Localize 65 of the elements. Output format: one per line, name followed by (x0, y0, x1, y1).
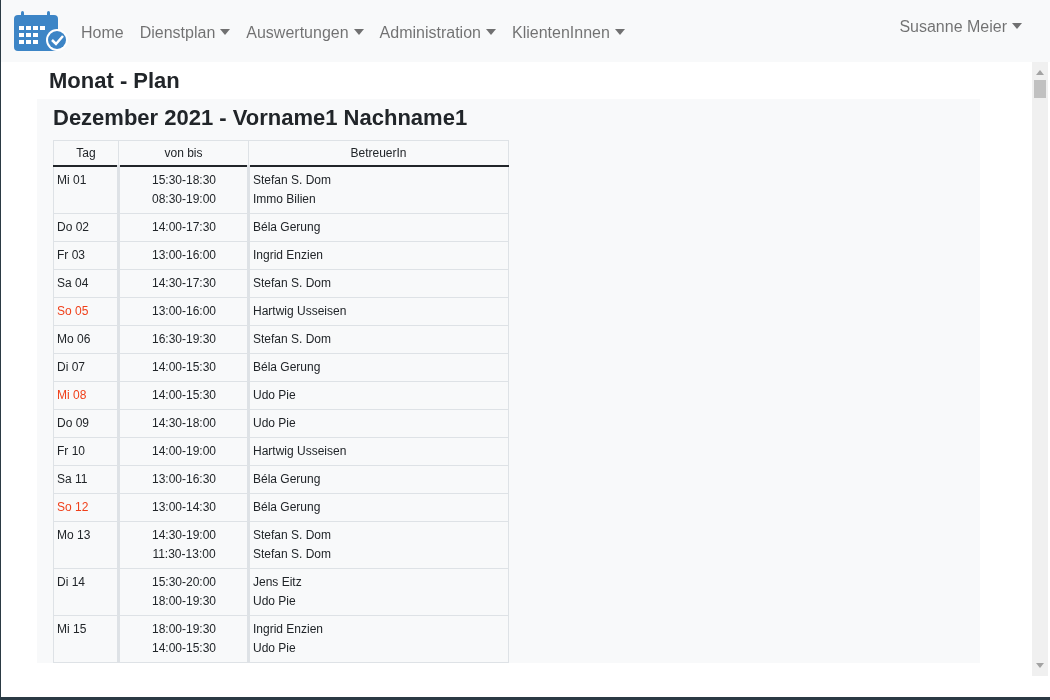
carer-name: Stefan S. Dom (253, 172, 333, 189)
shift-time: 14:30-19:00 (150, 527, 218, 544)
carer-name: Stefan S. Dom (253, 527, 333, 544)
shift-time: 15:30-20:00 (150, 574, 218, 591)
carer-name: Immo Bilien (253, 191, 317, 208)
carer-name: Udo Pie (253, 415, 297, 432)
carer-name: Udo Pie (253, 640, 297, 657)
shift-time: 14:30-17:30 (150, 275, 218, 292)
shift-time: 13:00-16:00 (150, 247, 218, 264)
day-cell: Do 02 (53, 213, 119, 242)
carer-name: Béla Gerung (253, 499, 322, 516)
day-cell: Do 09 (53, 409, 119, 438)
shift-time: 18:00-19:30 (150, 593, 218, 610)
carer-name: Hartwig Usseisen (253, 443, 348, 460)
day-cell: Fr 10 (53, 437, 119, 466)
column-header: BetreuerIn (248, 140, 509, 166)
carer-name: Béla Gerung (253, 359, 322, 376)
day-cell: Di 07 (53, 353, 119, 382)
carer-name: Stefan S. Dom (253, 275, 333, 292)
day-cell: Sa 11 (53, 465, 119, 494)
shift-time: 14:00-17:30 (150, 219, 218, 236)
nav-link[interactable]: Dienstplan (131, 21, 239, 45)
shift-time: 11:30-13:00 (151, 546, 217, 563)
carer-name: Ingrid Enzien (253, 621, 325, 638)
shift-time: 08:30-19:00 (150, 191, 218, 208)
page-title: Monat - Plan (49, 67, 181, 95)
carer-name: Béla Gerung (253, 471, 322, 488)
nav-link[interactable]: KlientenInnen (503, 21, 633, 45)
shift-time: 18:00-19:30 (150, 621, 218, 638)
shift-time: 14:00-15:30 (150, 387, 218, 404)
day-cell: Mo 06 (53, 325, 119, 354)
day-cell: Mi 15 (53, 615, 119, 663)
day-cell: Fr 03 (53, 241, 119, 270)
day-cell: So 05 (53, 297, 119, 326)
calendar-check-icon[interactable] (13, 10, 69, 52)
carer-name: Ingrid Enzien (253, 247, 325, 264)
shift-time: 14:30-18:00 (150, 415, 218, 432)
shift-time: 13:00-16:00 (150, 303, 218, 320)
shift-time: 13:00-16:30 (150, 471, 218, 488)
carer-name: Béla Gerung (253, 219, 322, 236)
shift-time: 16:30-19:30 (150, 331, 218, 348)
column-header: von bis (118, 140, 249, 166)
user-menu[interactable]: Susanne Meier (891, 15, 1030, 39)
plan-title: Dezember 2021 - Vorname1 Nachname1 (53, 104, 469, 132)
carer-name: Hartwig Usseisen (253, 303, 348, 320)
shift-time: 14:00-19:00 (150, 443, 218, 460)
carer-name: Udo Pie (253, 387, 297, 404)
nav-link[interactable]: Home (73, 21, 132, 45)
day-cell: Sa 04 (53, 269, 119, 298)
day-cell: Di 14 (53, 568, 119, 616)
column-header: Tag (53, 140, 119, 166)
day-cell: Mi 08 (53, 381, 119, 410)
carer-name: Stefan S. Dom (253, 331, 333, 348)
day-cell: So 12 (53, 493, 119, 522)
day-cell: Mi 01 (53, 166, 119, 214)
shift-time: 13:00-14:30 (150, 499, 218, 516)
carer-name: Stefan S. Dom (253, 546, 333, 563)
carer-name: Jens Eitz (253, 574, 303, 591)
carer-name: Udo Pie (253, 593, 297, 610)
nav-link[interactable]: Auswertungen (238, 21, 372, 45)
day-cell: Mo 13 (53, 521, 119, 569)
shift-time: 14:00-15:30 (150, 359, 218, 376)
shift-time: 14:00-15:30 (150, 640, 218, 657)
nav-link[interactable]: Administration (371, 21, 504, 45)
shift-time: 15:30-18:30 (150, 172, 218, 189)
